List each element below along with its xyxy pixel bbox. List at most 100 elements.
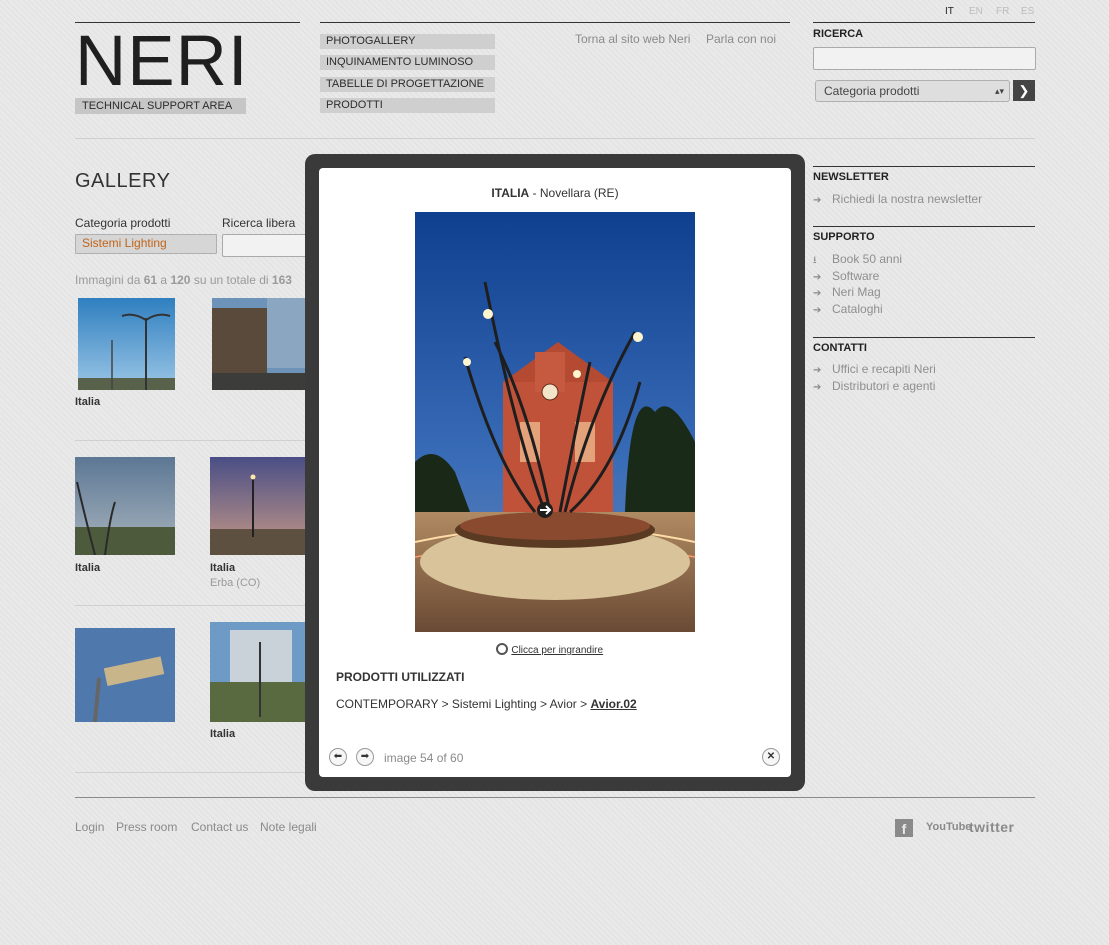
neri-mag-link[interactable]: ➔ Neri Mag <box>813 285 881 299</box>
next-image-button[interactable]: ➡ <box>356 748 374 766</box>
gallery-thumb[interactable] <box>78 298 175 390</box>
distributori-label: Distributori e agenti <box>832 379 936 393</box>
newsletter-link[interactable]: ➔ Richiedi la nostra newsletter <box>813 192 982 206</box>
category-select-label: Categoria prodotti <box>824 84 920 98</box>
neri-logo[interactable]: NERI <box>75 26 249 98</box>
photo-image <box>415 212 695 632</box>
cataloghi-link[interactable]: ➔ Cataloghi <box>813 302 883 316</box>
sidebar-rule <box>813 166 1035 167</box>
search-go-button[interactable]: ❯ <box>1013 80 1035 101</box>
contact-link[interactable]: Parla con noi <box>706 32 776 46</box>
header-rule <box>813 22 1035 23</box>
distributori-link[interactable]: ➔ Distributori e agenti <box>813 379 935 393</box>
nav-prodotti[interactable]: PRODOTTI <box>320 98 495 113</box>
book-50-label: Book 50 anni <box>832 252 903 266</box>
thumb-image <box>75 628 175 722</box>
breadcrumb-path: CONTEMPORARY > Sistemi Lighting > Avior … <box>336 697 591 711</box>
lightbox-title: ITALIA - Novellara (RE) <box>491 186 619 200</box>
arrow-right-icon: ➔ <box>813 365 822 376</box>
products-heading: PRODOTTI UTILIZZATI <box>336 670 465 684</box>
uffici-label: Uffici e recapiti Neri <box>832 362 936 376</box>
gallery-thumb[interactable] <box>75 457 175 555</box>
uffici-link[interactable]: ➔ Uffici e recapiti Neri <box>813 362 936 376</box>
newsletter-heading: NEWSLETTER <box>813 171 889 183</box>
lang-en[interactable]: EN <box>969 6 983 17</box>
gallery-thumb[interactable] <box>75 628 175 722</box>
arrow-right-icon: ➡ <box>360 751 370 762</box>
sidebar-rule <box>813 226 1035 227</box>
facebook-icon[interactable]: f <box>895 819 913 837</box>
twitter-icon[interactable]: twitter <box>969 819 1015 835</box>
arrow-right-icon: ➔ <box>813 272 822 283</box>
free-search-label: Ricerca libera <box>222 216 296 230</box>
zoom-link[interactable]: Clicca per ingrandire <box>496 641 603 656</box>
software-link[interactable]: ➔ Software <box>813 269 879 283</box>
thumb-caption: Italia <box>210 728 236 740</box>
newsletter-link-label: Richiedi la nostra newsletter <box>832 192 983 206</box>
arrow-right-icon: ➔ <box>813 195 822 206</box>
thumb-image <box>75 457 175 555</box>
thumb-caption: Italia <box>75 396 101 408</box>
image-counter: image 54 of 60 <box>384 751 464 765</box>
nav-inquinamento[interactable]: INQUINAMENTO LUMINOSO <box>320 55 495 70</box>
lang-fr[interactable]: FR <box>996 6 1009 17</box>
thumb-caption: Italia <box>210 562 236 574</box>
gallery-thumb[interactable] <box>210 457 310 555</box>
software-label: Software <box>832 269 880 283</box>
thumb-image <box>212 298 310 390</box>
lightbox-photo[interactable] <box>415 212 695 632</box>
gallery-thumb[interactable] <box>210 622 310 722</box>
arrow-right-icon: ➔ <box>813 288 822 299</box>
category-filter-label: Categoria prodotti <box>75 216 171 230</box>
footer-login-link[interactable]: Login <box>75 820 104 834</box>
arrow-left-icon: ⬅ <box>333 751 343 762</box>
page-title: GALLERY <box>75 170 171 192</box>
thumb-caption: Italia <box>75 562 101 574</box>
page: IT EN FR ES NERI TECHNICAL SUPPORT AREA … <box>0 0 1109 945</box>
youtube-icon[interactable]: YouTube <box>926 821 971 833</box>
supporto-heading: SUPPORTO <box>813 231 875 243</box>
contatti-heading: CONTATTI <box>813 342 867 354</box>
category-select[interactable]: Categoria prodotti ▴▾ <box>815 80 1010 102</box>
thumb-image <box>78 298 175 390</box>
header-rule <box>320 22 790 23</box>
lang-es[interactable]: ES <box>1021 6 1034 17</box>
close-icon: ✕ <box>766 751 776 762</box>
lang-it[interactable]: IT <box>945 6 954 17</box>
footer-legal-link[interactable]: Note legali <box>260 820 317 834</box>
arrow-right-icon: ➔ <box>813 305 822 316</box>
category-filter-select[interactable]: Sistemi Lighting <box>75 234 217 254</box>
select-arrows-icon: ▴▾ <box>994 86 1004 96</box>
footer-contact-link[interactable]: Contact us <box>191 820 248 834</box>
cataloghi-label: Cataloghi <box>832 302 883 316</box>
neri-mag-label: Neri Mag <box>832 285 881 299</box>
row-separator <box>75 605 310 606</box>
sidebar-rule <box>813 337 1035 338</box>
search-input[interactable] <box>813 47 1036 70</box>
lightbox-dialog: ITALIA - Novellara (RE) Clicca per ingra… <box>319 168 791 777</box>
row-separator <box>75 440 310 441</box>
back-to-site-link[interactable]: Torna al sito web Neri <box>575 32 690 46</box>
product-breadcrumb: CONTEMPORARY > Sistemi Lighting > Avior … <box>336 697 637 711</box>
book-50-link[interactable]: ⭳ Book 50 anni <box>813 252 902 270</box>
product-link[interactable]: Avior.02 <box>590 697 636 711</box>
footer-press-link[interactable]: Press room <box>116 820 177 834</box>
thumb-subcaption: Erba (CO) <box>210 577 261 589</box>
gallery-thumb[interactable] <box>212 298 310 390</box>
row-separator <box>75 772 310 773</box>
range-info: Immagini da 61 a 120 su un totale di 163 <box>75 273 292 287</box>
close-button[interactable]: ✕ <box>762 748 780 766</box>
logo-subtitle: TECHNICAL SUPPORT AREA <box>75 98 246 114</box>
header-bottom-rule <box>75 138 1035 139</box>
thumb-image <box>210 457 310 555</box>
nav-tabelle[interactable]: TABELLE DI PROGETTAZIONE <box>320 77 495 92</box>
search-heading: RICERCA <box>813 28 864 40</box>
thumb-image <box>210 622 310 722</box>
footer-rule <box>75 797 1035 798</box>
arrow-right-icon: ➔ <box>813 382 822 393</box>
chevron-right-icon: ❯ <box>1018 83 1030 98</box>
download-icon: ⭳ <box>813 255 817 266</box>
nav-photogallery[interactable]: PHOTOGALLERY <box>320 34 495 49</box>
magnifier-icon <box>496 643 508 655</box>
prev-image-button[interactable]: ⬅ <box>329 748 347 766</box>
